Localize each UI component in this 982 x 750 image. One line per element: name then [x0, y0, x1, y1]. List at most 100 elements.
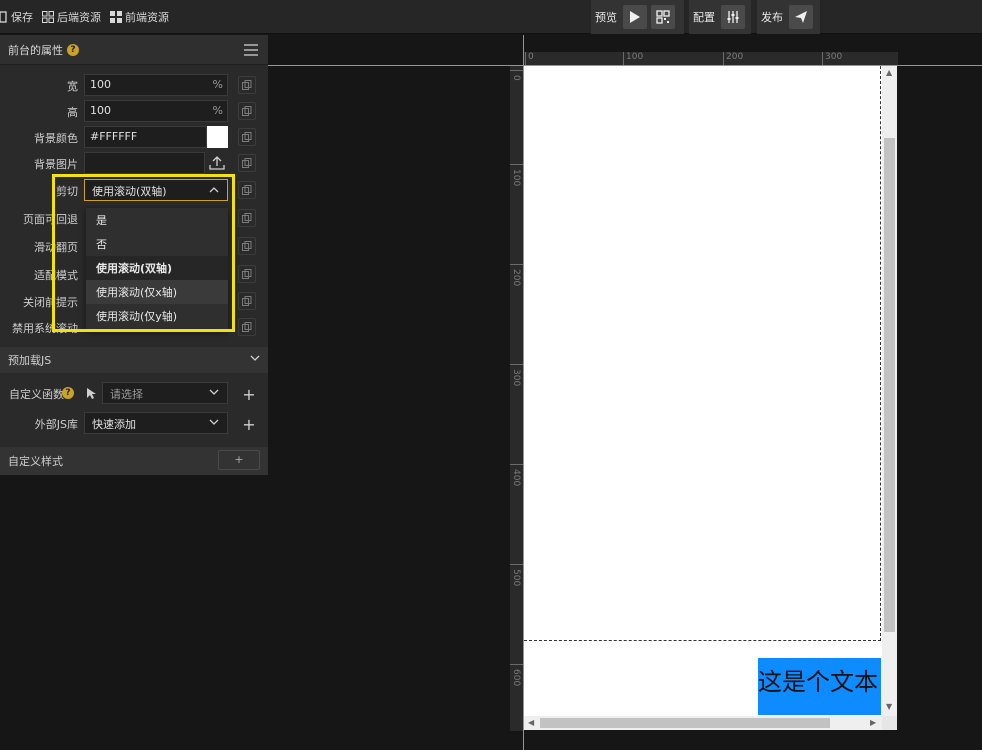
bgcolor-value: #FFFFFF — [90, 130, 138, 143]
copy-icon — [242, 269, 252, 279]
menu-icon[interactable] — [244, 44, 258, 56]
scroll-right-arrow-icon[interactable]: ▶ — [870, 718, 876, 727]
ruler-tick-left-300: 300 — [510, 364, 523, 386]
ruler-tick-300: 300 — [822, 52, 842, 66]
publish-label: 发布 — [761, 11, 783, 24]
option-no[interactable]: 否 — [86, 232, 228, 256]
close-prompt-copy-button[interactable] — [238, 292, 256, 310]
viewport-boundary — [524, 66, 881, 641]
preview-group: 预览 — [591, 0, 684, 34]
clip-select[interactable]: 使用滚动(双轴) — [84, 179, 228, 201]
clip-dropdown-menu: 是 否 使用滚动(双轴) 使用滚动(仅x轴) 使用滚动(仅y轴) — [86, 208, 228, 330]
upload-button[interactable] — [205, 152, 228, 174]
width-value: 100 — [90, 78, 111, 91]
ruler-tick-left-500: 500 — [510, 564, 523, 586]
upload-icon — [208, 156, 225, 170]
copy-icon — [242, 213, 252, 223]
bgimage-copy-button[interactable] — [238, 154, 256, 172]
height-copy-button[interactable] — [238, 102, 256, 120]
preview-label: 预览 — [595, 11, 617, 24]
fit-mode-label: 适配模式 — [34, 269, 78, 282]
scroll-up-arrow-icon[interactable]: ▲ — [886, 68, 892, 77]
back-nav-copy-button[interactable] — [238, 209, 256, 227]
cursor-pointer-icon[interactable] — [86, 387, 97, 400]
text-block[interactable]: 这是个文本 — [758, 658, 881, 715]
copy-icon — [242, 80, 252, 90]
option-scroll-y[interactable]: 使用滚动(仅y轴) — [86, 304, 228, 328]
width-copy-button[interactable] — [238, 76, 256, 94]
clip-copy-button[interactable] — [238, 181, 256, 199]
preview-play-button[interactable] — [623, 5, 647, 29]
height-label: 高 — [67, 106, 78, 119]
ruler-tick-label: 200 — [511, 269, 521, 287]
publish-group: 发布 — [757, 0, 820, 34]
scroll-down-arrow-icon[interactable]: ▼ — [886, 702, 892, 711]
add-external-js-button[interactable]: + — [240, 415, 258, 434]
custom-func-select[interactable]: 请选择 — [102, 382, 228, 404]
ruler-tick-200: 200 — [723, 52, 743, 66]
ruler-tick-100: 100 — [623, 52, 643, 66]
copy-icon — [242, 241, 252, 251]
sliders-icon — [727, 11, 739, 23]
add-custom-func-button[interactable]: + — [240, 385, 258, 404]
swipe-page-copy-button[interactable] — [238, 237, 256, 255]
config-button[interactable] — [721, 5, 745, 29]
height-input[interactable]: 100 % — [84, 100, 228, 122]
vertical-scroll-thumb[interactable] — [884, 138, 895, 632]
ruler-tick-0: 0 — [525, 52, 534, 66]
chevron-up-icon — [209, 187, 219, 193]
custom-func-label: 自定义函数 — [9, 388, 64, 401]
scroll-left-arrow-icon[interactable]: ◀ — [528, 718, 534, 727]
clip-row: 剪切 使用滚动(双轴) — [0, 179, 268, 201]
bgcolor-input[interactable]: #FFFFFF — [84, 126, 207, 148]
width-label: 宽 — [67, 80, 78, 93]
vertical-guide-line[interactable] — [523, 35, 524, 750]
bgimage-label: 背景图片 — [34, 158, 78, 171]
bgimage-input[interactable] — [84, 152, 205, 174]
ruler-tick-label: 400 — [511, 469, 521, 487]
external-js-select[interactable]: 快速添加 — [84, 412, 228, 434]
option-yes[interactable]: 是 — [86, 208, 228, 232]
height-value: 100 — [90, 104, 111, 117]
horizontal-guide-line[interactable] — [268, 65, 982, 66]
play-icon — [630, 11, 640, 23]
add-custom-style-button[interactable]: + — [218, 450, 260, 470]
copy-icon — [242, 296, 252, 306]
option-scroll-both[interactable]: 使用滚动(双轴) — [86, 256, 228, 280]
scrollbar-corner — [882, 716, 897, 730]
chevron-down-icon — [209, 389, 219, 395]
frontend-resources-button[interactable]: 前端资源 — [110, 9, 169, 25]
back-nav-label: 页面可回退 — [23, 213, 78, 226]
ruler-tick-left-0: 0 — [510, 70, 523, 81]
disable-scroll-label: 禁用系统滚动 — [12, 322, 78, 335]
chevron-down-icon — [209, 419, 219, 425]
grid-outline-icon — [42, 11, 54, 23]
frontend-resources-label: 前端资源 — [125, 11, 169, 24]
horizontal-scroll-thumb[interactable] — [540, 718, 830, 728]
option-scroll-x[interactable]: 使用滚动(仅x轴) — [86, 280, 228, 304]
bgcolor-row: 背景颜色 #FFFFFF — [0, 126, 268, 148]
width-unit: % — [212, 78, 223, 91]
preload-js-section[interactable]: 预加载JS — [0, 347, 268, 373]
bgcolor-copy-button[interactable] — [238, 128, 256, 146]
external-js-value: 快速添加 — [92, 418, 136, 431]
preview-qrcode-button[interactable] — [651, 5, 675, 29]
disable-scroll-copy-button[interactable] — [238, 318, 256, 336]
help-icon[interactable]: ? — [67, 43, 79, 56]
clip-value: 使用滚动(双轴) — [92, 185, 167, 198]
help-icon[interactable]: ? — [62, 387, 74, 399]
publish-button[interactable] — [789, 5, 813, 29]
color-swatch[interactable] — [207, 126, 228, 148]
copy-icon — [242, 322, 252, 332]
custom-func-row: 自定义函数 ? 请选择 + — [0, 382, 268, 404]
qrcode-icon — [656, 10, 670, 24]
ruler-tick-label: 0 — [511, 75, 521, 81]
save-button[interactable]: 保存 — [0, 9, 33, 25]
backend-resources-button[interactable]: 后端资源 — [42, 9, 101, 25]
ruler-tick-left-200: 200 — [510, 264, 523, 286]
copy-icon — [242, 106, 252, 116]
fit-mode-copy-button[interactable] — [238, 265, 256, 283]
config-label: 配置 — [693, 11, 715, 24]
width-input[interactable]: 100 % — [84, 74, 228, 96]
custom-style-section: 自定义样式 + — [0, 447, 268, 475]
